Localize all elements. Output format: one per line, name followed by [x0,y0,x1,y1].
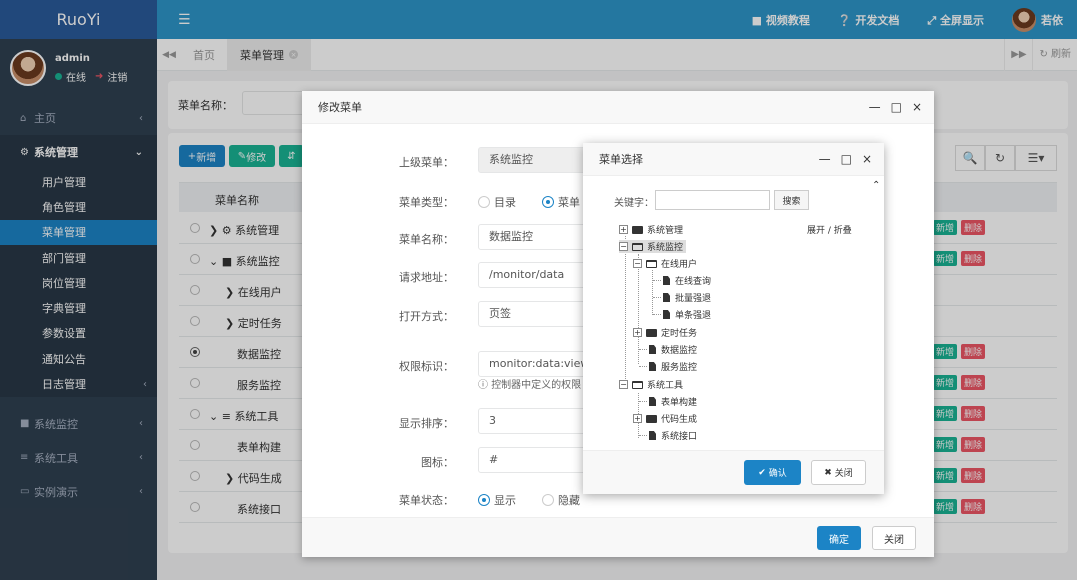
perms-label: 权限标识： [399,360,454,373]
folder-icon [632,225,643,234]
tree-node-batch-logout[interactable]: 批量强退 [663,291,711,304]
expand-collapse-link[interactable]: 展开 / 折叠 [807,223,852,236]
url-label: 请求地址： [399,271,454,284]
tree-node-single-logout[interactable]: 单条强退 [663,308,711,321]
collapse-icon[interactable]: − [633,259,642,268]
tree-confirm-button[interactable]: ✔ 确认 [744,460,801,485]
tree-node-build[interactable]: 表单构建 [649,395,697,408]
tree-node-data-label: 数据监控 [661,346,698,356]
tree-node-online[interactable]: − 在线用户 [633,257,697,270]
minimize-icon[interactable]: — [819,152,831,166]
tree-node-gen[interactable]: + 代码生成 [633,412,697,425]
tree-confirm-label: 确认 [768,469,787,479]
collapse-icon[interactable]: − [619,242,628,251]
perms-hint-text: 控制器中定义的权限 [491,380,582,391]
parent-menu-label: 上级菜单： [399,156,454,169]
tree-node-online-label: 在线用户 [661,260,698,270]
folder-icon [646,328,657,337]
tree-node-tools[interactable]: − 系统工具 [619,378,683,391]
open-mode-label: 打开方式： [399,310,454,323]
check-icon: ✔ [758,467,766,478]
file-icon [649,345,656,354]
minimize-icon[interactable]: — [869,100,881,114]
close-icon[interactable]: × [862,152,872,166]
file-icon [663,276,670,285]
close-icon[interactable]: × [912,100,922,114]
confirm-button[interactable]: 确定 [817,526,861,550]
tree-node-job-label: 定时任务 [661,329,698,339]
file-icon [649,362,656,371]
folder-open-icon [632,380,643,389]
tree-node-monitor[interactable]: − 系统监控 [619,240,687,253]
tree-node-tools-label: 系统工具 [647,381,684,391]
folder-icon [646,414,657,423]
tree-node-online-query-label: 在线查询 [675,277,712,287]
tree-search-button[interactable]: 搜索 [774,190,809,210]
folder-open-icon [632,242,643,251]
status-radios: 显示 隐藏 [478,492,580,508]
order-label: 显示排序： [399,417,454,430]
tree-scrollbar[interactable]: ⌃ [872,180,880,450]
tree-node-job[interactable]: + 定时任务 [633,326,697,339]
tree-node-online-query[interactable]: 在线查询 [663,274,711,287]
tree-node-data[interactable]: 数据监控 [649,343,697,356]
tree-close-button[interactable]: ✖ 关闭 [811,460,866,485]
dialog-title: 修改菜单 [318,101,362,114]
collapse-icon[interactable]: − [619,380,628,389]
radio-directory[interactable] [478,196,490,208]
tree-node-system[interactable]: + 系统管理 [619,223,683,236]
folder-open-icon [646,259,657,268]
radio-hide-label: 隐藏 [558,494,580,507]
maximize-icon[interactable]: □ [891,100,902,114]
tree-node-swagger-label: 系统接口 [661,432,698,442]
tree-node-build-label: 表单构建 [661,398,698,408]
tree-close-label: 关闭 [834,469,853,479]
tree-node-server-label: 服务监控 [661,363,698,373]
maximize-icon[interactable]: □ [841,152,852,166]
menu-select-dialog: 菜单选择 — □ × 关键字： 搜索 展开 / 折叠 ⌃ + 系统管理 − 系统… [583,143,884,494]
radio-hide[interactable] [542,494,554,506]
icon-label: 图标： [421,456,454,469]
keyword-label: 关键字： [614,198,654,209]
tree-node-swagger[interactable]: 系统接口 [649,429,697,442]
tree-node-system-label: 系统管理 [647,226,684,236]
info-icon: ⓘ [478,380,488,391]
radio-menu[interactable] [542,196,554,208]
tree-node-single-logout-label: 单条强退 [675,311,712,321]
expand-icon[interactable]: + [619,225,628,234]
file-icon [649,431,656,440]
tree-node-batch-logout-label: 批量强退 [675,294,712,304]
close-button[interactable]: 关闭 [872,526,916,550]
menu-type-radios: 目录 菜单 [478,194,580,210]
perms-hint: ⓘ 控制器中定义的权限 [478,376,581,391]
file-icon [663,310,670,319]
tree-node-server[interactable]: 服务监控 [649,360,697,373]
file-icon [663,293,670,302]
close-icon: ✖ [824,467,832,478]
radio-directory-label: 目录 [494,196,516,209]
radio-show[interactable] [478,494,490,506]
expand-icon[interactable]: + [633,414,642,423]
menu-select-title: 菜单选择 [599,153,643,166]
tree-node-monitor-label: 系统监控 [647,243,684,253]
status-label: 菜单状态： [399,494,454,507]
menu-type-label: 菜单类型： [399,196,454,209]
tree-node-gen-label: 代码生成 [661,415,698,425]
expand-icon[interactable]: + [633,328,642,337]
radio-show-label: 显示 [494,494,516,507]
file-icon [649,397,656,406]
menu-name-field-label: 菜单名称： [399,233,454,246]
keyword-input[interactable] [655,190,770,210]
radio-menu-label: 菜单 [558,196,580,209]
